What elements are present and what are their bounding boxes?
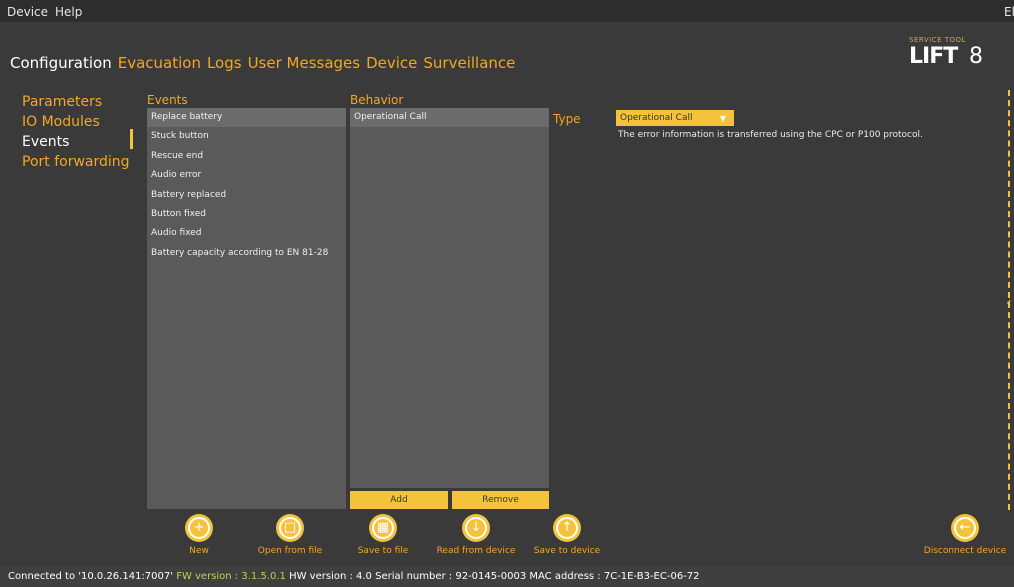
type-select-value: Operational Call bbox=[620, 113, 693, 123]
list-item[interactable]: Audio fixed bbox=[147, 224, 346, 243]
list-item[interactable]: Replace battery bbox=[147, 108, 346, 128]
sidenav-active-marker bbox=[130, 129, 133, 149]
chevron-down-icon: ▼ bbox=[719, 114, 726, 123]
tab-user-messages[interactable]: User Messages bbox=[248, 54, 361, 72]
disconnect-device-button[interactable]: ← Disconnect device bbox=[920, 514, 1010, 556]
events-list[interactable]: Replace battery Stuck button Rescue end … bbox=[147, 108, 346, 509]
tab-device[interactable]: Device bbox=[366, 54, 417, 72]
list-item[interactable]: Rescue end bbox=[147, 147, 346, 166]
status-hw-version: HW version : 4.0 bbox=[289, 571, 372, 582]
save-to-file-label: Save to file bbox=[357, 546, 409, 556]
config-sidenav: Parameters IO Modules Events Port forwar… bbox=[22, 92, 130, 172]
save-to-file-button[interactable]: ▦ Save to file bbox=[338, 514, 428, 556]
file-icon: □ bbox=[276, 514, 304, 542]
plus-icon: + bbox=[185, 514, 213, 542]
sidenav-item-port-forwarding[interactable]: Port forwarding bbox=[22, 152, 130, 172]
list-item[interactable]: Button fixed bbox=[147, 205, 346, 224]
floppy-icon: ▦ bbox=[369, 514, 397, 542]
type-select[interactable]: Operational Call ▼ bbox=[616, 110, 734, 126]
sidenav-item-events[interactable]: Events bbox=[22, 132, 130, 152]
list-item[interactable]: Stuck button bbox=[147, 127, 346, 146]
main-tabs: Configuration Evacuation Logs User Messages… bbox=[10, 54, 521, 72]
sidenav-item-io-modules[interactable]: IO Modules bbox=[22, 112, 130, 132]
list-item[interactable]: Battery replaced bbox=[147, 186, 346, 205]
tab-logs[interactable]: Logs bbox=[207, 54, 242, 72]
open-from-file-label: Open from file bbox=[257, 546, 323, 556]
menu-bar: Device Help El bbox=[0, 0, 1014, 22]
read-from-device-label: Read from device bbox=[436, 546, 516, 556]
new-label: New bbox=[189, 546, 209, 556]
behavior-list[interactable]: Operational Call bbox=[350, 108, 549, 488]
type-label: Type bbox=[553, 112, 581, 126]
status-connected: Connected to '10.0.26.141:7007' bbox=[8, 571, 173, 582]
menu-device[interactable]: Device bbox=[7, 5, 48, 19]
list-item[interactable]: Battery capacity according to EN 81-28 bbox=[147, 244, 346, 263]
sidenav-item-parameters[interactable]: Parameters bbox=[22, 92, 130, 112]
save-to-device-button[interactable]: ↑ Save to device bbox=[522, 514, 612, 556]
download-icon: ↓ bbox=[462, 514, 490, 542]
logo-subtitle: SERVICE TOOL bbox=[909, 36, 966, 44]
chevron-left-icon[interactable]: ‹ bbox=[1006, 295, 1012, 311]
menu-help[interactable]: Help bbox=[55, 5, 82, 19]
upload-icon: ↑ bbox=[553, 514, 581, 542]
read-from-device-button[interactable]: ↓ Read from device bbox=[431, 514, 521, 556]
tab-evacuation[interactable]: Evacuation bbox=[118, 54, 201, 72]
behavior-header: Behavior bbox=[350, 93, 404, 107]
app-logo: SERVICE TOOL LIFT 8 bbox=[907, 36, 991, 72]
type-description: The error information is transferred usi… bbox=[618, 130, 923, 140]
status-serial-number: Serial number : 92-0145-0003 bbox=[375, 571, 527, 582]
save-to-device-label: Save to device bbox=[533, 546, 601, 556]
menu-cutoff[interactable]: El bbox=[1004, 5, 1014, 19]
new-button[interactable]: + New bbox=[154, 514, 244, 556]
events-header: Events bbox=[147, 93, 188, 107]
open-from-file-button[interactable]: □ Open from file bbox=[245, 514, 335, 556]
status-mac-address: MAC address : 7C-1E-B3-EC-06-72 bbox=[529, 571, 700, 582]
list-item[interactable]: Operational Call bbox=[350, 108, 549, 127]
tab-configuration[interactable]: Configuration bbox=[10, 54, 112, 72]
remove-behavior-button[interactable]: Remove bbox=[452, 491, 549, 509]
status-bar: Connected to '10.0.26.141:7007' FW versi… bbox=[0, 566, 1014, 587]
list-item[interactable]: Audio error bbox=[147, 166, 346, 185]
disconnect-device-label: Disconnect device bbox=[923, 546, 1007, 556]
tab-surveillance[interactable]: Surveillance bbox=[423, 54, 515, 72]
arrow-left-icon: ← bbox=[951, 514, 979, 542]
status-fw-version: FW version : 3.1.5.0.1 bbox=[176, 571, 286, 582]
add-behavior-button[interactable]: Add bbox=[350, 491, 448, 509]
logo-number: 8 bbox=[969, 44, 983, 69]
logo-word: LIFT bbox=[909, 44, 958, 69]
